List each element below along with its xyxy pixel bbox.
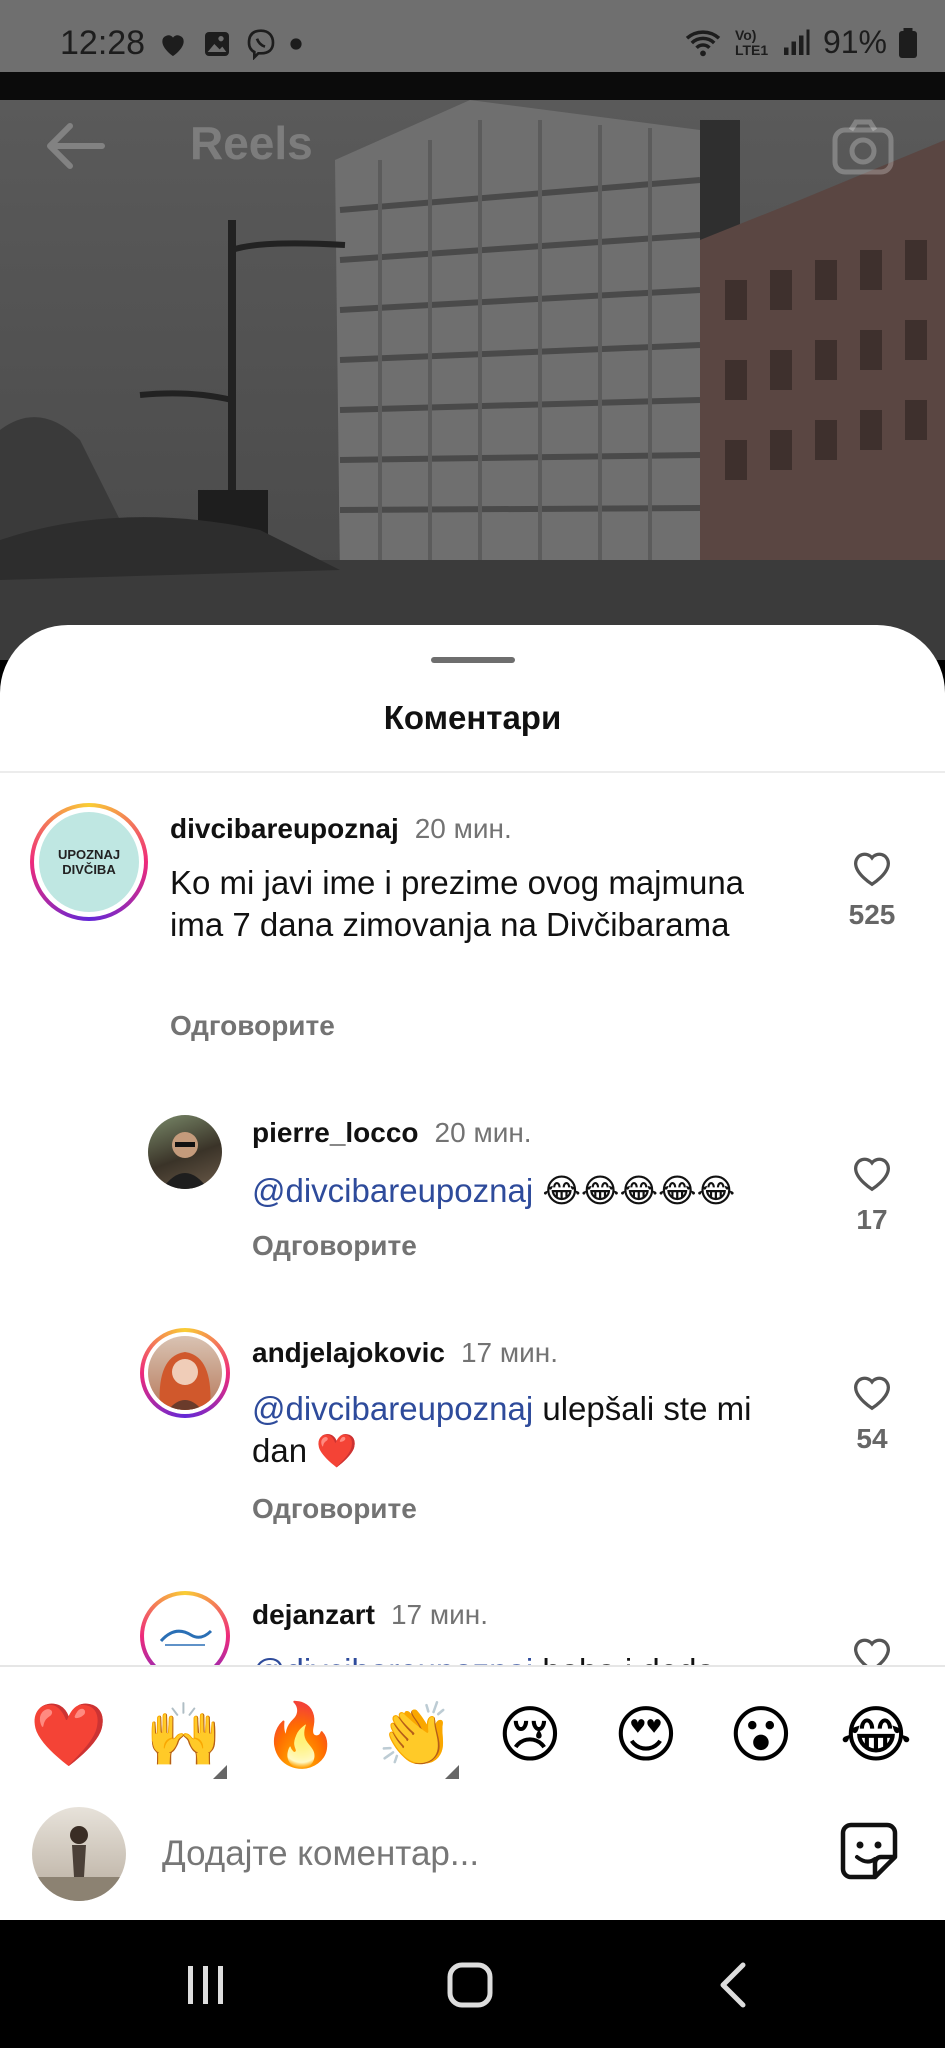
my-avatar-photo [32, 1826, 126, 1901]
emoji-laughing[interactable]: 😂 [838, 1697, 914, 1773]
comment-body: 😂😂😂😂😂 [542, 1171, 736, 1210]
emoji-crying[interactable]: 😢 [492, 1697, 568, 1773]
reply-button[interactable]: Одговорите [252, 1493, 417, 1525]
emoji-fire[interactable]: 🔥 [262, 1697, 339, 1773]
avatar-ring[interactable] [140, 1328, 230, 1418]
emoji-raised-hands[interactable]: 🙌 [145, 1697, 227, 1779]
avatar[interactable] [148, 1115, 222, 1189]
reels-header: Reels [0, 100, 945, 190]
reply-button[interactable]: Одговорите [252, 1230, 417, 1262]
sticker-icon[interactable] [837, 1819, 901, 1883]
comment-text: @divcibareupoznaj 😂😂😂😂😂 [252, 1170, 792, 1212]
home-icon[interactable] [440, 1960, 500, 2010]
avatar: UPOZNAJ DIVČIBA [39, 812, 139, 912]
system-nav-bar [0, 1920, 945, 2048]
sheet-title: Коментари [383, 699, 562, 736]
comment-username[interactable]: divcibareupoznaj [170, 813, 399, 844]
network-label: Vo) LTE1 [734, 26, 769, 58]
comment-username[interactable]: dejanzart [252, 1599, 375, 1630]
avatar-logo-text: UPOZNAJ DIVČIBA [57, 847, 121, 877]
comment-composer [0, 1795, 945, 1920]
divider [0, 771, 945, 773]
emoji-quick-bar: ❤️ 🙌 🔥 👏 😢 😍 😮 😂 [0, 1665, 945, 1795]
heart-outline-icon[interactable] [850, 847, 894, 887]
reply-button[interactable]: Одговорите [170, 1010, 335, 1042]
wifi-icon [685, 29, 721, 56]
battery-percent: 91% [822, 24, 887, 60]
skin-tone-indicator [213, 1765, 227, 1779]
recents-icon[interactable] [176, 1960, 236, 2010]
emoji-surprised[interactable]: 😮 [723, 1697, 799, 1773]
reels-title: Reels [190, 117, 313, 169]
comment-username[interactable]: andjelajokovic [252, 1337, 445, 1368]
emoji-clap[interactable]: 👏 [377, 1697, 459, 1779]
like-count: 54 [856, 1423, 888, 1454]
comment-text: @divcibareupoznaj ulepšali ste mi dan ❤️ [252, 1388, 792, 1472]
status-bar: 12:28 Vo) LTE1 91% [0, 0, 945, 72]
avatar-ring[interactable]: UPOZNAJ DIVČIBA [30, 803, 148, 921]
heart-outline-icon[interactable] [850, 1152, 894, 1192]
avatar [148, 1599, 222, 1673]
avatar-photo [159, 1352, 211, 1410]
emoji-raised-hands-glyph: 🙌 [145, 1698, 223, 1771]
status-divider [0, 72, 945, 100]
comment-input[interactable] [162, 1827, 802, 1881]
heart-icon [162, 34, 184, 56]
mention-link[interactable]: @divcibareupoznaj [252, 1172, 533, 1209]
like-count: 17 [856, 1204, 888, 1235]
signal-icon [783, 29, 810, 55]
comment-time: 20 мин. [434, 1117, 532, 1148]
back-icon[interactable] [705, 1960, 765, 2010]
comment-text: Ko mi javi ime i prezime ovog majmuna im… [170, 864, 745, 943]
viber-icon [247, 28, 275, 60]
dot-icon [290, 37, 302, 50]
comment-time: 17 мин. [390, 1599, 488, 1630]
back-arrow-icon[interactable] [40, 118, 110, 174]
status-time: 12:28 [60, 24, 146, 62]
comment-username[interactable]: pierre_locco [252, 1117, 419, 1148]
battery-icon [899, 27, 917, 58]
comment-time: 17 мин. [460, 1337, 559, 1368]
like-count: 525 [848, 899, 896, 930]
heart-outline-icon[interactable] [850, 1371, 894, 1411]
emoji-clap-glyph: 👏 [377, 1698, 455, 1771]
drag-handle[interactable] [431, 657, 515, 663]
emoji-heart-eyes[interactable]: 😍 [608, 1697, 684, 1773]
comment-time: 20 мин. [414, 813, 512, 844]
camera-icon[interactable] [831, 118, 895, 176]
avatar [148, 1336, 222, 1410]
mention-link[interactable]: @divcibareupoznaj [252, 1390, 533, 1427]
emoji-heart[interactable]: ❤️ [30, 1697, 107, 1773]
skin-tone-indicator [445, 1765, 459, 1779]
avatar-photo [162, 1132, 208, 1189]
avatar-logo [159, 1629, 213, 1646]
gallery-icon [205, 31, 230, 56]
my-avatar [32, 1807, 126, 1901]
